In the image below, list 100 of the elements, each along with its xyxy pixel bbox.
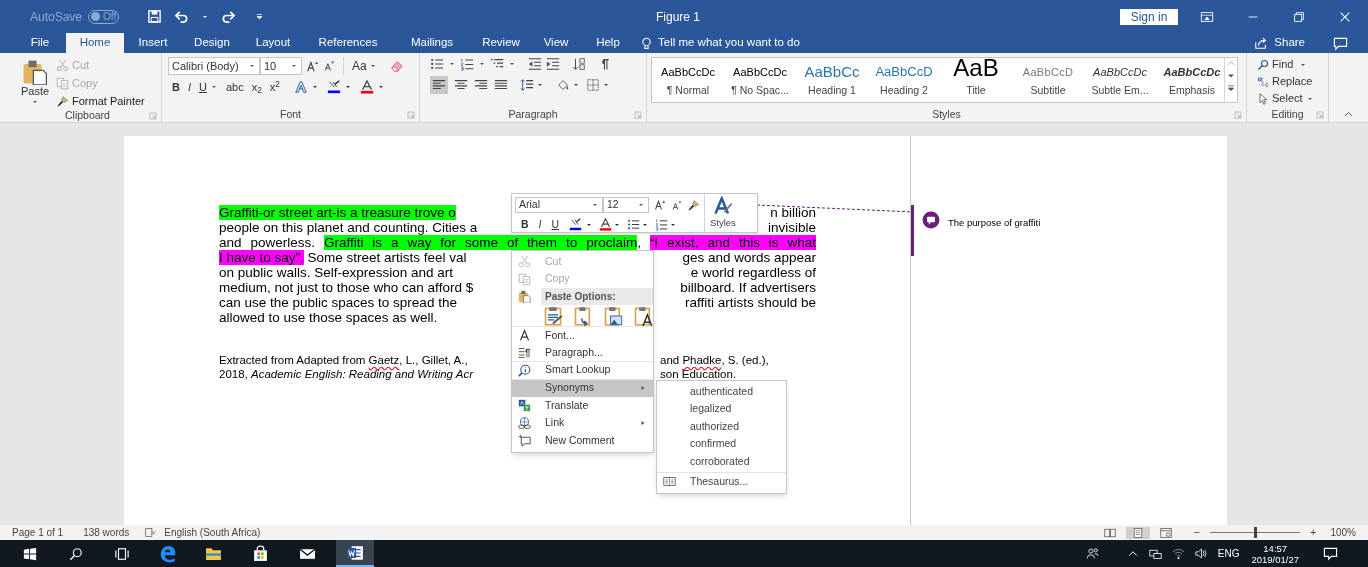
shrink-font-icon[interactable] [671, 199, 682, 211]
browser-icon[interactable] [159, 544, 177, 563]
people-icon[interactable] [1085, 547, 1099, 560]
ribbon-tab[interactable]: Design [182, 33, 242, 53]
highlighter-icon[interactable] [326, 80, 341, 94]
redo-icon[interactable] [221, 9, 237, 24]
word-count[interactable]: 138 words [83, 525, 130, 540]
save-icon[interactable] [147, 9, 163, 24]
format-button[interactable]: U [199, 80, 207, 94]
increase-indent-icon[interactable] [546, 57, 560, 71]
menu-item[interactable]: confirmed [657, 435, 786, 453]
format-button[interactable]: B [172, 80, 180, 94]
style-option[interactable]: AaBbCc Heading 1 [796, 58, 868, 102]
select-button[interactable]: Select [1257, 91, 1314, 106]
styles-button[interactable]: Styles [704, 194, 736, 232]
ribbon-tab[interactable]: Home [66, 33, 124, 53]
dropdown-caret-icon[interactable] [536, 81, 544, 89]
menu-item[interactable]: Translate [512, 397, 653, 415]
dropdown-caret-icon[interactable] [248, 62, 256, 70]
menu-item[interactable]: authorized [657, 418, 786, 436]
ribbon-display-options-icon[interactable] [1200, 9, 1214, 24]
share-button[interactable]: Share [1254, 33, 1305, 53]
style-option[interactable]: AaBbCcDc Subtle Em... [1084, 58, 1156, 102]
customize-toolbar-icon[interactable] [254, 11, 266, 22]
style-option[interactable]: AaB Title [940, 58, 1012, 102]
line-spacing-icon[interactable] [520, 78, 534, 92]
gallery-scroll-control[interactable] [1224, 58, 1237, 102]
sign-in-button[interactable]: Sign in [1120, 8, 1178, 25]
dropdown-caret-icon[interactable] [572, 81, 580, 89]
format-painter-button[interactable]: Format Painter [56, 93, 145, 109]
more-styles-icon[interactable] [1225, 82, 1237, 94]
web-layout-icon[interactable] [1159, 526, 1172, 539]
font-color-icon[interactable] [359, 80, 374, 94]
text-effects-icon[interactable] [293, 80, 308, 94]
menu-item[interactable]: Font... [512, 327, 653, 345]
read-mode-icon[interactable] [1103, 526, 1116, 539]
notifications-icon[interactable] [1323, 546, 1338, 561]
style-option[interactable]: AaBbCcD Subtitle [1012, 58, 1084, 102]
tell-me-field[interactable]: Tell me what you want to do [640, 33, 800, 53]
format-button[interactable]: I [536, 217, 544, 233]
shopping-bag-icon[interactable] [252, 545, 269, 562]
format-button[interactable]: x$_{2}$ [251, 80, 262, 94]
find-button[interactable]: Find [1257, 57, 1314, 72]
align-center-icon[interactable] [454, 78, 468, 92]
dropdown-caret-icon[interactable] [508, 60, 516, 68]
clear-formatting-icon[interactable] [389, 59, 404, 73]
network-icon[interactable] [1148, 547, 1162, 560]
menu-item[interactable]: Link [512, 414, 653, 432]
ribbon-tab[interactable]: Layout [242, 33, 304, 53]
font-name-field[interactable]: Arial [515, 197, 603, 213]
sort-icon[interactable] [572, 57, 586, 71]
shading-icon[interactable] [556, 78, 570, 92]
format-painter-icon[interactable] [687, 198, 700, 212]
grow-font-icon[interactable] [306, 59, 319, 73]
comments-icon[interactable] [1333, 35, 1348, 51]
zoom-slider-thumb[interactable] [1254, 527, 1257, 538]
undo-icon[interactable] [174, 9, 190, 24]
style-option[interactable]: AaBbCcDc ¶ No Spac... [724, 58, 796, 102]
font-size-field[interactable]: 10 [260, 57, 302, 75]
format-button[interactable]: B [519, 217, 531, 233]
zoom-out-button[interactable]: − [1193, 527, 1200, 538]
zoom-slider[interactable] [1210, 527, 1300, 538]
dropdown-caret-icon[interactable] [602, 81, 610, 89]
paste-keep-formatting-icon[interactable] [543, 305, 563, 326]
format-button[interactable]: x$^{2}$ [269, 80, 280, 94]
font-color-icon[interactable] [599, 218, 613, 232]
ribbon-tab[interactable]: Insert [124, 33, 182, 53]
menu-item[interactable]: corroborated [657, 453, 786, 471]
comment-card[interactable]: The purpose of graffiti [911, 205, 1227, 256]
font-name-field[interactable]: Calibri (Body) [168, 57, 260, 75]
folder-icon[interactable] [205, 545, 222, 562]
zoom-in-button[interactable]: + [1310, 527, 1317, 538]
dropdown-caret-icon[interactable] [637, 201, 645, 209]
search-icon[interactable] [69, 546, 83, 561]
wifi-icon[interactable] [1171, 547, 1185, 560]
dropdown-caret-icon[interactable] [591, 201, 599, 209]
menu-item[interactable]: Paragraph... [512, 344, 653, 362]
replace-button[interactable]: Replace [1257, 74, 1314, 89]
format-button[interactable]: U [549, 217, 562, 233]
justify-icon[interactable] [494, 78, 508, 92]
proofing-icon[interactable] [145, 527, 157, 538]
paste-button[interactable]: Paste [18, 57, 52, 109]
format-button[interactable]: abc [225, 80, 244, 94]
decrease-indent-icon[interactable] [528, 57, 542, 71]
style-option[interactable]: AaBbCcDc ¶ Normal [652, 58, 724, 102]
clock-date[interactable]: 2019/01/27 [1251, 553, 1299, 565]
clock-time[interactable]: 14:57 [1263, 542, 1288, 554]
restore-icon[interactable] [1292, 9, 1306, 24]
style-option[interactable]: AaBbCcDc Emphasis [1156, 58, 1228, 102]
style-option[interactable]: AaBbCcD Heading 2 [868, 58, 940, 102]
print-layout-button[interactable] [1125, 526, 1150, 539]
paste-text-only-icon[interactable] [633, 305, 653, 326]
ribbon-tab[interactable]: Mailings [392, 33, 472, 53]
bullets-icon[interactable] [430, 57, 444, 71]
dropdown-caret-icon[interactable] [478, 60, 486, 68]
dropdown-caret-icon[interactable] [31, 98, 39, 106]
thesaurus-item[interactable]: Thesaurus... [657, 471, 786, 491]
shrink-font-icon[interactable] [323, 60, 335, 72]
ribbon-tab[interactable]: View [530, 33, 582, 53]
format-button[interactable]: I [187, 80, 191, 94]
